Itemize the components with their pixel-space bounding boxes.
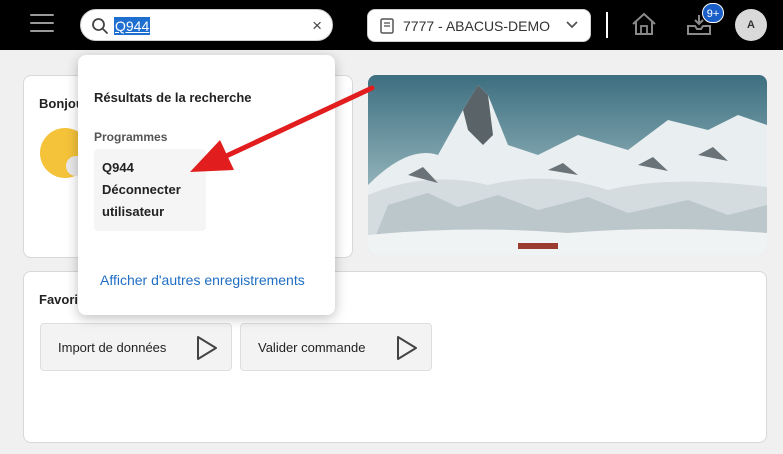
favorites-title: Favori: [39, 292, 79, 307]
more-records-link[interactable]: Afficher d'autres enregistrements: [100, 272, 305, 288]
result-title-line1: Déconnecter: [102, 182, 181, 197]
search-icon: [92, 18, 108, 34]
search-box[interactable]: Q944 ×: [80, 9, 333, 41]
home-icon[interactable]: [631, 12, 657, 36]
search-results-section: Programmes: [94, 130, 168, 144]
book-icon: [380, 18, 394, 34]
notification-badge[interactable]: 9+: [702, 3, 724, 23]
favorite-tile-label: Valider commande: [258, 340, 366, 355]
search-results-dropdown: Résultats de la recherche Programmes Q94…: [78, 55, 335, 315]
close-icon[interactable]: ×: [312, 16, 322, 36]
header-divider: [606, 12, 608, 38]
avatar[interactable]: A: [735, 9, 767, 41]
result-title-line2: utilisateur: [102, 204, 165, 219]
chevron-down-icon: [566, 21, 578, 29]
company-label: 7777 - ABACUS-DEMO: [403, 18, 551, 34]
favorite-tile-validate[interactable]: Valider commande: [240, 323, 432, 371]
search-result-item[interactable]: Q944 Déconnecter utilisateur: [94, 149, 206, 231]
mountain-photo: [368, 75, 767, 255]
search-results-heading: Résultats de la recherche: [94, 90, 252, 105]
search-selected-text: Q944: [114, 17, 151, 35]
company-selector[interactable]: 7777 - ABACUS-DEMO: [367, 9, 591, 42]
top-bar: Q944 × 7777 - ABACUS-DEMO 9+ A: [0, 0, 783, 50]
favorite-tile-import[interactable]: Import de données: [40, 323, 232, 371]
play-icon: [197, 336, 217, 360]
menu-icon[interactable]: [30, 14, 54, 34]
play-icon: [397, 336, 417, 360]
favorite-tile-label: Import de données: [58, 340, 167, 355]
result-code: Q944: [102, 160, 134, 175]
